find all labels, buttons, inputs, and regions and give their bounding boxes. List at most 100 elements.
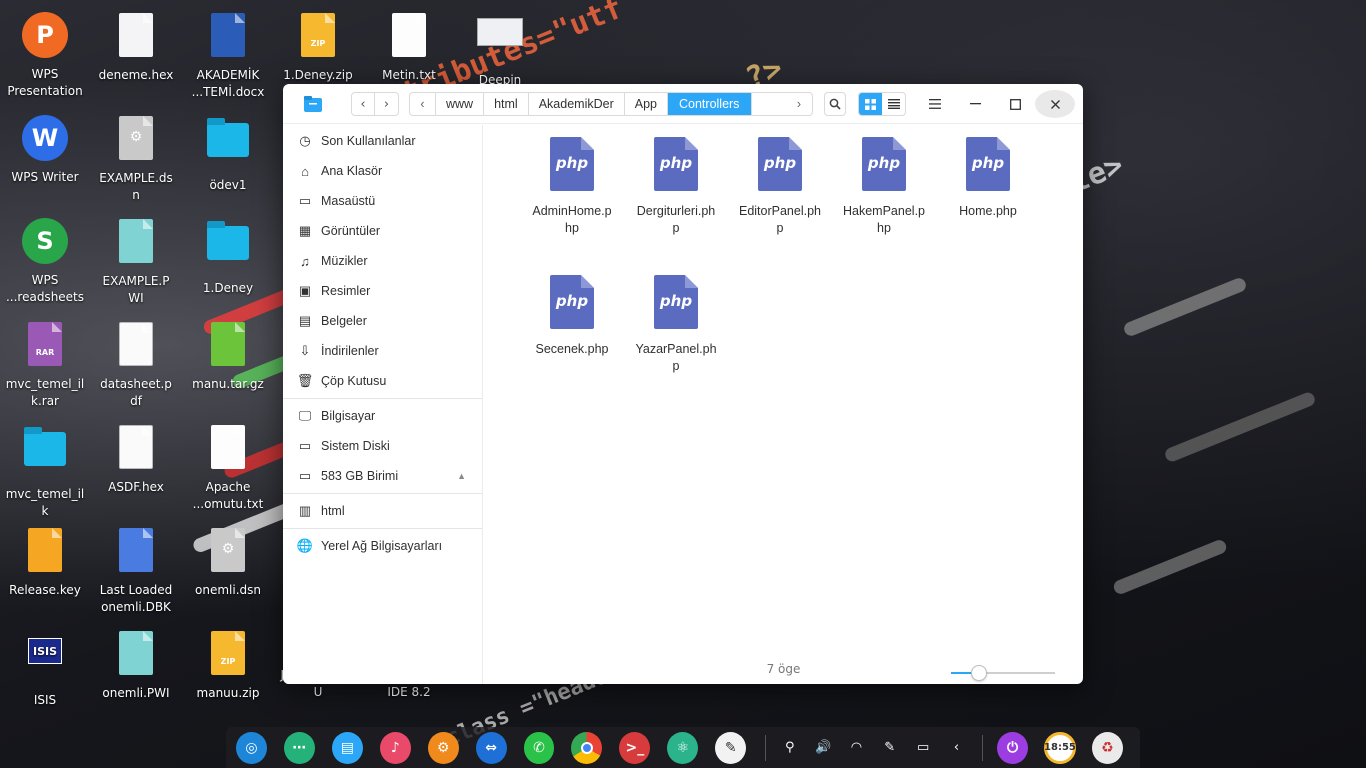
file-name: YazarPanel.ph p [635,342,717,373]
file-item[interactable]: php Dergiturleri.ph p [628,137,724,237]
desktop-icon-odev1[interactable]: ödev1 [183,113,273,194]
desktop-icon-wps-writer[interactable]: W WPS Writer [0,113,90,186]
desktop-icon-manuu-zip[interactable]: ZIP manuu.zip [183,628,273,702]
desktop-icon-isis[interactable]: ISIS ISIS [0,628,90,709]
desktop-icon-akademik-docx[interactable]: AKADEMİK ...TEMİ.docx [183,10,273,101]
sidebar-item-label: Görüntüler [321,224,381,238]
desktop-icon-wps-spreadsheets[interactable]: S WPS ...readsheets [0,216,90,306]
desktop-icon-example-dsn[interactable]: ⚙ EXAMPLE.ds n [91,113,181,204]
menu-button[interactable] [915,90,955,118]
file-item[interactable]: php HakemPanel.p hp [836,137,932,237]
desktop-icon-onemli-pwi[interactable]: onemli.PWI [91,628,181,702]
sidebar-item-computer[interactable]: 🖵 Bilgisayar [283,401,482,431]
file-item[interactable]: php AdminHome.p hp [524,137,620,237]
deepin-store-icon[interactable]: ⋯ [283,731,315,764]
usb-icon[interactable]: ⚲ [780,738,799,758]
php-icon-label: php [867,154,901,172]
terminal-icon[interactable]: >_ [619,731,651,764]
file-item[interactable]: php Home.php [940,137,1036,220]
minimize-button[interactable] [955,90,995,118]
chevron-left-icon[interactable]: ‹ [947,738,966,758]
launcher-icon[interactable]: ◎ [236,731,267,764]
breadcrumb-akademikder[interactable]: AkademikDer [529,93,625,115]
icon-view-button[interactable] [859,93,882,115]
desktop-icon-label: 1.Deney.zip [283,68,353,82]
php-file-icon: php [654,275,698,329]
desktop-icon-deepin[interactable]: Deepin [455,10,545,89]
maximize-button[interactable] [995,90,1035,118]
view-mode-toggle [858,92,906,116]
desktop-icon-apache-txt[interactable]: Apache ...omutu.txt [183,422,273,513]
desktop-icon-datasheet-pdf[interactable]: datasheet.p df [91,319,181,410]
sidebar-item-recent[interactable]: ◷ Son Kullanılanlar [283,126,482,156]
sidebar-item-html-bookmark[interactable]: ▥ html [283,496,482,526]
php-file-icon: php [862,137,906,191]
file-item[interactable]: php YazarPanel.ph p [628,275,724,375]
sidebar-item-label: İndirilenler [321,344,379,358]
breadcrumb-right-arrow[interactable]: › [786,93,812,115]
sidebar-item-pictures[interactable]: ▣ Resimler [283,276,482,306]
desktop-icon-asdf-hex[interactable]: ASDF.hex [91,422,181,496]
settings-icon[interactable]: ⚙ [427,731,459,764]
trash-dock-icon[interactable]: ♻ [1091,731,1123,764]
sidebar-item-home[interactable]: ⌂ Ana Klasör [283,156,482,186]
sidebar-item-music[interactable]: ♫ Müzikler [283,246,482,276]
desktop-icon-1deney-folder[interactable]: 1.Deney [183,216,273,297]
blank-file-icon [119,13,153,57]
desktop-icon-label: AKADEMİK ...TEMİ.docx [191,68,265,99]
eject-icon[interactable]: ▲ [457,471,466,481]
sidebar-item-downloads[interactable]: ⇩ İndirilenler [283,336,482,366]
chrome-icon[interactable] [571,731,603,764]
breadcrumb-html[interactable]: html [484,93,529,115]
desktop-icon-mvc-rar[interactable]: RAR mvc_temel_il k.rar [0,319,90,410]
close-button[interactable] [1035,90,1075,118]
breadcrumb-app[interactable]: App [625,93,668,115]
sidebar-item-label: Masaüstü [321,194,376,208]
file-item[interactable]: php EditorPanel.ph p [732,137,828,237]
sidebar-item-videos[interactable]: ▦ Görüntüler [283,216,482,246]
back-button[interactable]: ‹ [352,93,375,115]
file-item[interactable]: php Secenek.php [524,275,620,358]
pen-icon[interactable]: ✎ [880,738,899,758]
sidebar-item-label: Müzikler [321,254,368,268]
sidebar-item-desktop[interactable]: ▭ Masaüstü [283,186,482,216]
atom-icon[interactable]: ⚛ [667,731,699,764]
file-name: Dergiturleri.ph p [636,204,716,235]
sidebar-item-system-disk[interactable]: ▭ Sistem Diski [283,431,482,461]
desktop-icon-mvc-folder[interactable]: mvc_temel_il k [0,422,90,520]
list-view-button[interactable] [882,93,905,115]
text-editor-icon[interactable]: ✎ [715,731,747,764]
zoom-slider-handle[interactable] [971,665,988,681]
volume-icon[interactable]: 🔊 [813,738,832,758]
desktop-icon-onemli-dsn[interactable]: ⚙ onemli.dsn [183,525,273,599]
breadcrumb-controllers[interactable]: Controllers [668,93,753,115]
power-icon[interactable]: ⏻ [997,731,1028,764]
desktop-icon-release-key[interactable]: Release.key [0,525,90,599]
sidebar-item-documents[interactable]: ▤ Belgeler [283,306,482,336]
clock-widget[interactable]: 18:55 [1043,731,1076,764]
forward-button[interactable]: › [375,93,398,115]
whatsapp-icon[interactable]: ✆ [523,731,555,764]
desktop-icon-metin-txt[interactable]: Metin.txt [364,10,454,84]
sidebar-item-trash[interactable]: 🗑 Çöp Kutusu [283,366,482,396]
battery-icon[interactable]: ▭ [913,738,932,758]
desktop-icon-onemli-dbk[interactable]: Last Loaded onemli.DBK [91,525,181,616]
desktop-icon-label: onemli.PWI [102,686,170,700]
desktop-icon-wps-presentation[interactable]: P WPS Presentation [0,10,90,100]
breadcrumb-www[interactable]: www [436,93,485,115]
sidebar-item-583gb-volume[interactable]: ▭ 583 GB Birimi ▲ [283,461,482,491]
download-icon: ⇩ [299,343,311,358]
file-manager-icon[interactable]: ▤ [331,731,363,764]
wifi-icon[interactable]: ◠ [847,738,866,758]
sidebar-item-network[interactable]: 🌐 Yerel Ağ Bilgisayarları [283,531,482,561]
search-button[interactable] [824,92,846,116]
desktop-icon-manu-targz[interactable]: manu.tar.gz [183,319,273,393]
desktop-icon-label: ASDF.hex [108,480,164,494]
zoom-slider[interactable] [951,665,1055,681]
desktop-icon-deneme-hex[interactable]: deneme.hex [91,10,181,84]
desktop-icon-example-pwi[interactable]: EXAMPLE.P WI [91,216,181,307]
breadcrumb-left-arrow[interactable]: ‹ [410,93,436,115]
teamviewer-icon[interactable]: ⇔ [475,731,507,764]
desktop-icon-1deney-zip[interactable]: ZIP 1.Deney.zip [273,10,363,84]
music-icon[interactable]: ♪ [379,731,411,764]
